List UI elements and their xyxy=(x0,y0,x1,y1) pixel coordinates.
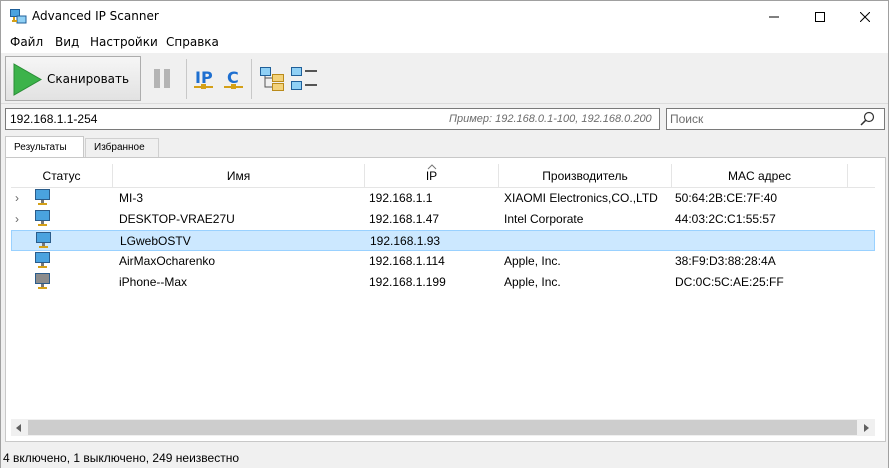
status-text: 4 включено, 1 выключено, 249 неизвестно xyxy=(3,451,239,465)
expand-chevron-icon[interactable]: › xyxy=(15,212,19,226)
maximize-button[interactable] xyxy=(797,1,843,32)
subnet-c-icon[interactable]: C xyxy=(224,67,243,90)
cell-mac: DC:0C:5C:AE:25:FF xyxy=(675,275,784,289)
scan-button[interactable]: Сканировать xyxy=(5,56,141,101)
menu-view[interactable]: Вид xyxy=(55,35,79,49)
scroll-left-icon[interactable] xyxy=(16,424,22,432)
cell-name: AirMaxOcharenko xyxy=(119,254,216,268)
menu-settings[interactable]: Настройки xyxy=(90,35,158,49)
minimize-button[interactable] xyxy=(751,1,797,32)
status-bar: 4 включено, 1 выключено, 249 неизвестно xyxy=(1,447,888,468)
scrollbar-thumb[interactable] xyxy=(28,420,857,435)
search-input[interactable]: Поиск xyxy=(666,108,885,130)
tab-results[interactable]: Результаты xyxy=(5,136,84,158)
close-icon xyxy=(860,11,870,22)
cell-vendor: Intel Corporate xyxy=(504,212,584,226)
column-vendor[interactable]: Производитель xyxy=(499,164,672,188)
table-row[interactable]: › MI-3 192.168.1.1 XIAOMI Electronics,CO.,L… xyxy=(11,188,875,209)
cell-ip: 192.168.1.114 xyxy=(369,254,445,268)
cell-mac: 38:F9:D3:88:28:4A xyxy=(675,254,776,268)
cell-vendor: Apple, Inc. xyxy=(504,275,561,289)
menu-file[interactable]: Файл xyxy=(10,35,43,49)
play-icon xyxy=(13,63,42,96)
window-title: Advanced IP Scanner xyxy=(32,9,159,23)
computer-online-icon xyxy=(35,189,50,205)
computer-online-icon xyxy=(35,252,50,268)
cell-name: iPhone--Max xyxy=(119,275,188,289)
tab-favorites[interactable]: Избранное xyxy=(85,138,159,157)
computer-online-icon xyxy=(36,232,51,248)
column-mac[interactable]: MAC адрес xyxy=(672,164,848,188)
scan-button-label: Сканировать xyxy=(47,72,130,86)
table-row[interactable]: AirMaxOcharenko 192.168.1.114 Apple, Inc. 3… xyxy=(11,251,875,272)
results-table: Статус Имя IP Производитель MAC адрес › M… xyxy=(11,164,875,419)
pause-icon[interactable] xyxy=(154,69,171,88)
computer-offline-icon xyxy=(35,273,50,289)
cell-name: DESKTOP-VRAE27U xyxy=(119,212,235,226)
computer-online-icon xyxy=(35,210,50,226)
toolbar-separator xyxy=(251,59,252,99)
cell-name: LGwebOSTV xyxy=(120,234,191,248)
cell-name: MI-3 xyxy=(119,191,143,205)
expand-chevron-icon[interactable]: › xyxy=(15,191,19,205)
column-status[interactable]: Статус xyxy=(11,164,113,188)
close-button[interactable] xyxy=(842,1,888,32)
cell-vendor: XIAOMI Electronics,CO.,LTD xyxy=(504,191,658,205)
column-name[interactable]: Имя xyxy=(113,164,365,188)
collapse-all-icon[interactable] xyxy=(291,67,318,91)
ip-subnet-icon[interactable]: IP xyxy=(194,67,213,90)
cell-ip: 192.168.1.47 xyxy=(369,212,440,226)
cell-ip: 192.168.1.93 xyxy=(370,234,441,248)
maximize-icon xyxy=(815,11,825,22)
menu-bar: Файл Вид Настройки Справка xyxy=(1,32,888,53)
toolbar: Сканировать xyxy=(1,53,888,104)
search-icon[interactable] xyxy=(860,111,875,126)
horizontal-scrollbar[interactable] xyxy=(11,419,875,436)
app-window: Advanced IP Scanner Файл Вид Настройки С… xyxy=(0,0,889,468)
table-row[interactable]: LGwebOSTV 192.168.1.93 xyxy=(11,230,875,251)
sort-ascending-icon xyxy=(427,164,437,170)
expand-all-icon[interactable] xyxy=(260,67,285,91)
toolbar-separator xyxy=(186,59,187,99)
table-header: Статус Имя IP Производитель MAC адрес xyxy=(11,164,875,188)
cell-mac: 50:64:2B:CE:7F:40 xyxy=(675,191,778,205)
title-bar: Advanced IP Scanner xyxy=(1,1,888,32)
cell-mac: 44:03:2C:C1:55:57 xyxy=(675,212,776,226)
cell-ip: 192.168.1.199 xyxy=(369,275,446,289)
app-network-icon xyxy=(10,9,27,24)
scroll-right-icon[interactable] xyxy=(864,424,870,432)
table-row[interactable]: iPhone--Max 192.168.1.199 Apple, Inc. DC:0C… xyxy=(11,272,875,293)
ip-range-hint: Пример: 192.168.0.1-100, 192.168.0.200 xyxy=(449,113,652,125)
table-row[interactable]: › DESKTOP-VRAE27U 192.168.1.47 Intel Corpor… xyxy=(11,209,875,230)
cell-ip: 192.168.1.1 xyxy=(369,191,433,205)
cell-vendor: Apple, Inc. xyxy=(504,254,561,268)
menu-help[interactable]: Справка xyxy=(166,35,219,49)
minimize-icon xyxy=(769,16,779,17)
